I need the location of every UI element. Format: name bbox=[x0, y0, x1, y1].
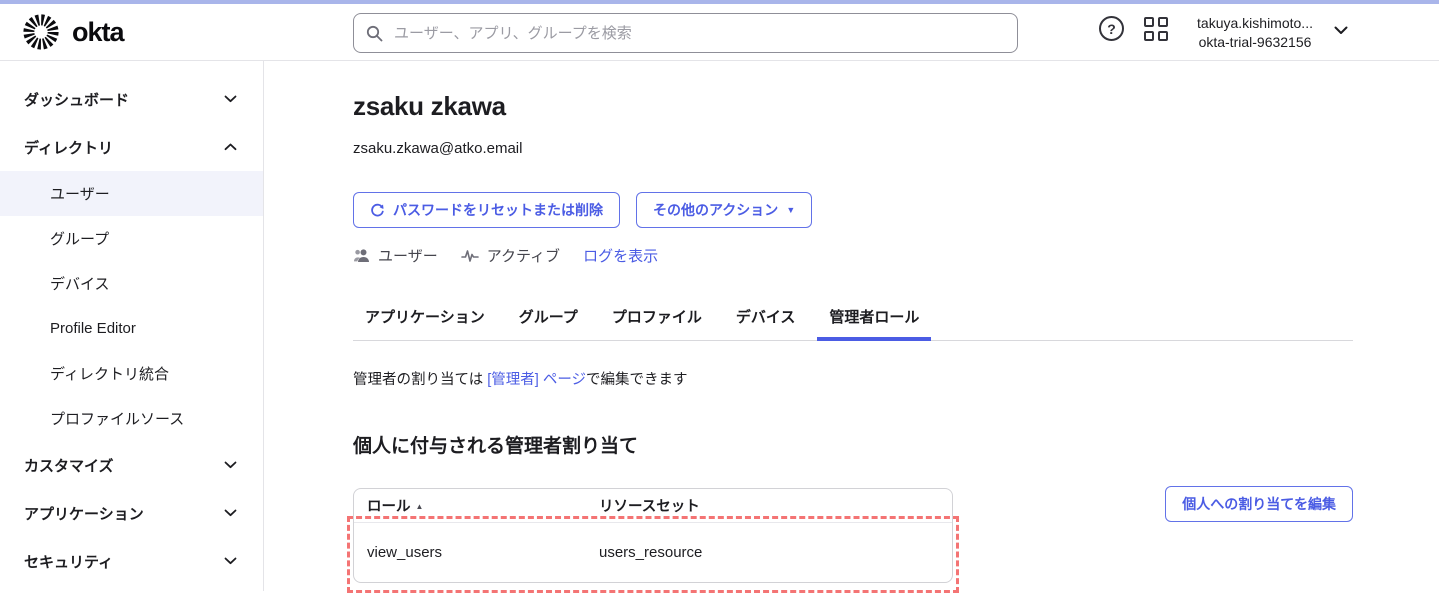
sidebar-item-dashboard[interactable]: ダッシュボード bbox=[0, 75, 263, 123]
chevron-up-icon bbox=[224, 143, 237, 151]
tab-groups[interactable]: グループ bbox=[507, 306, 590, 340]
table-row[interactable]: view_users users_resource bbox=[354, 523, 952, 582]
account-org: okta-trial-9632156 bbox=[1182, 33, 1328, 52]
edit-individual-assignments-button[interactable]: 個人への割り当てを編集 bbox=[1165, 486, 1353, 522]
sort-ascending-icon: ▲ bbox=[416, 502, 424, 511]
reset-password-button[interactable]: パスワードをリセットまたは削除 bbox=[353, 192, 620, 228]
main-content: zsaku zkawa zsaku.zkawa@atko.email パスワード… bbox=[265, 61, 1439, 591]
user-detail-tabs: アプリケーション グループ プロファイル デバイス 管理者ロール bbox=[353, 306, 1353, 341]
help-icon[interactable]: ? bbox=[1099, 16, 1124, 41]
apps-grid-icon[interactable] bbox=[1144, 17, 1168, 41]
chevron-down-icon bbox=[224, 557, 237, 565]
column-header-role[interactable]: ロール▲ bbox=[354, 495, 599, 516]
assignments-table: ロール▲ リソースセット view_users users_resource bbox=[353, 488, 953, 583]
user-email: zsaku.zkawa@atko.email bbox=[353, 140, 1439, 157]
caret-down-icon: ▼ bbox=[786, 206, 795, 215]
sidebar-item-users[interactable]: ユーザー bbox=[0, 171, 263, 216]
activity-icon bbox=[461, 249, 479, 263]
chevron-down-icon bbox=[224, 95, 237, 103]
more-actions-button[interactable]: その他のアクション ▼ bbox=[636, 192, 812, 228]
resource-set-cell: users_resource bbox=[599, 544, 702, 561]
refresh-icon bbox=[370, 203, 385, 218]
sidebar-item-directory-integrations[interactable]: ディレクトリ統合 bbox=[0, 351, 263, 396]
account-name: takuya.kishimoto... bbox=[1182, 14, 1328, 33]
user-status: アクティブ bbox=[461, 245, 560, 266]
sidebar-item-profile-editor[interactable]: Profile Editor bbox=[0, 306, 263, 351]
account-menu[interactable]: takuya.kishimoto... okta-trial-9632156 bbox=[1182, 14, 1328, 52]
tab-admin-roles[interactable]: 管理者ロール bbox=[817, 306, 931, 340]
okta-burst-icon bbox=[22, 13, 60, 51]
admin-page-link[interactable]: [管理者] ページ bbox=[487, 372, 586, 388]
user-type: ユーザー bbox=[353, 245, 438, 266]
sidebar: ダッシュボード ディレクトリ ユーザー グループ デバイス Profile Ed… bbox=[0, 61, 264, 591]
admin-note-prefix: 管理者の割り当ては bbox=[353, 372, 487, 388]
global-search[interactable] bbox=[353, 13, 1018, 53]
user-icon bbox=[353, 248, 370, 263]
chevron-down-icon bbox=[224, 509, 237, 517]
chevron-down-icon bbox=[224, 461, 237, 469]
search-icon bbox=[366, 25, 383, 42]
sidebar-item-applications[interactable]: アプリケーション bbox=[0, 489, 263, 537]
user-type-label: ユーザー bbox=[378, 245, 438, 266]
sidebar-item-security[interactable]: セキュリティ bbox=[0, 537, 263, 585]
tab-profile[interactable]: プロファイル bbox=[600, 306, 714, 340]
view-logs-link[interactable]: ログを表示 bbox=[583, 245, 658, 266]
user-status-row: ユーザー アクティブ ログを表示 bbox=[353, 245, 1439, 266]
tab-devices[interactable]: デバイス bbox=[724, 306, 808, 340]
search-input[interactable] bbox=[392, 24, 1005, 43]
admin-note-suffix: で編集できます bbox=[586, 372, 688, 388]
sidebar-item-customizations[interactable]: カスタマイズ bbox=[0, 441, 263, 489]
admin-note: 管理者の割り当ては [管理者] ページで編集できます bbox=[353, 368, 1439, 389]
okta-logo[interactable]: okta bbox=[22, 13, 124, 51]
sidebar-item-profile-sources[interactable]: プロファイルソース bbox=[0, 396, 263, 441]
page-title: zsaku zkawa bbox=[353, 91, 1439, 121]
sidebar-item-groups[interactable]: グループ bbox=[0, 216, 263, 261]
okta-wordmark: okta bbox=[72, 17, 124, 48]
tab-applications[interactable]: アプリケーション bbox=[353, 306, 497, 340]
section-heading: 個人に付与される管理者割り当て bbox=[353, 431, 1439, 458]
user-status-label: アクティブ bbox=[487, 245, 560, 266]
sidebar-item-directory[interactable]: ディレクトリ bbox=[0, 123, 263, 171]
sidebar-item-devices[interactable]: デバイス bbox=[0, 261, 263, 306]
role-cell: view_users bbox=[354, 544, 599, 561]
assignments-zone: ロール▲ リソースセット view_users users_resource 個… bbox=[353, 488, 1353, 583]
user-actions-row: パスワードをリセットまたは削除 その他のアクション ▼ bbox=[353, 192, 1439, 228]
chevron-down-icon[interactable] bbox=[1334, 26, 1348, 35]
topbar: okta ? takuya.kishimoto... okta-trial-96… bbox=[0, 4, 1439, 61]
column-header-resource-set[interactable]: リソースセット bbox=[599, 495, 700, 516]
table-header-row: ロール▲ リソースセット bbox=[354, 489, 952, 523]
